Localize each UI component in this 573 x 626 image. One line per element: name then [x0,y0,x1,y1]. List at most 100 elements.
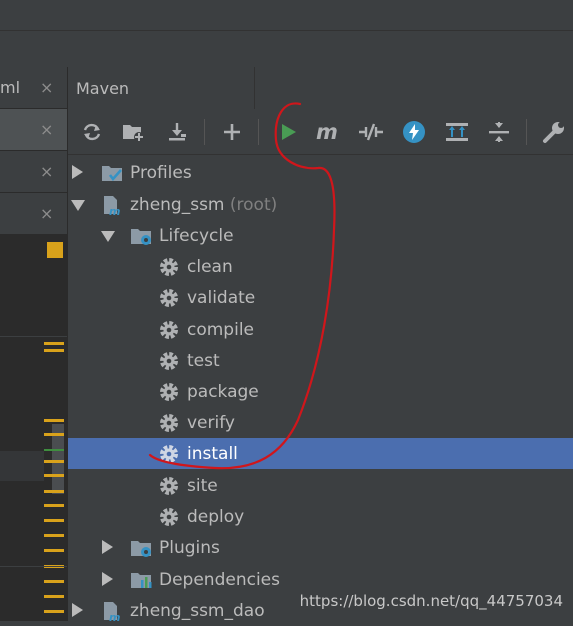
marker[interactable] [44,534,64,537]
plugins-folder-icon [131,541,151,557]
reload-icon[interactable] [79,119,105,145]
gear-icon [160,508,178,526]
marker[interactable] [44,419,64,422]
dependencies-folder-icon [131,573,152,588]
marker[interactable] [44,460,64,463]
marker[interactable] [44,610,64,613]
editor-tab[interactable]: × [0,151,67,193]
collapse-all-icon[interactable] [486,119,512,145]
goal-label: validate [187,288,256,308]
marker[interactable] [44,580,64,583]
lifecycle-goal-item[interactable]: compile [68,314,573,345]
maven-panel-header: Maven [68,67,573,109]
marker[interactable] [44,549,64,552]
goal-label: install [187,444,238,464]
expand-arrow-icon[interactable] [72,603,83,617]
goal-label: deploy [187,507,245,527]
goal-label: site [187,476,218,496]
watermark-text: https://blog.csdn.net/qq_44757034 [299,592,563,610]
editor-tab[interactable]: ml × [0,67,67,109]
marker[interactable] [44,504,64,507]
warning-marker[interactable] [47,242,63,258]
close-icon[interactable]: × [40,120,53,139]
svg-text:m: m [316,121,338,143]
navigation-bar [0,30,573,68]
gear-icon [160,477,178,495]
header-separator [254,67,255,109]
execute-maven-goal-icon[interactable]: m [315,119,341,145]
gear-icon [160,258,178,276]
gear-icon [160,321,178,339]
project-hint: (root) [229,195,278,215]
maven-module-icon: m [104,196,120,216]
lifecycle-goal-item[interactable]: validate [68,282,573,313]
goal-label: test [187,351,220,371]
run-icon[interactable] [275,119,301,145]
marker[interactable] [44,519,64,522]
lifecycle-goal-item[interactable]: verify [68,407,573,438]
maven-toolbar: m [68,109,573,155]
tree-item-project[interactable]: m zheng_ssm (root) [68,189,573,220]
project-label-group: zheng_ssm (root) [130,195,277,215]
lifecycle-goal-item[interactable]: package [68,376,573,407]
tree-item-profiles[interactable]: Profiles [68,157,573,188]
editor-tab-label: ml [0,78,21,97]
lifecycle-goal-item[interactable]: site [68,470,573,501]
tree-item-label: Lifecycle [159,226,234,246]
close-icon[interactable]: × [40,204,53,223]
lifecycle-goal-item-selected[interactable]: install [68,438,573,469]
maven-project-tree: Profiles m zheng_ssm (root) Lifecycle cl… [68,155,573,622]
toolbar-separator [258,119,259,145]
project-name: zheng_ssm [130,195,225,215]
gear-icon [160,445,178,463]
tree-item-plugins[interactable]: Plugins [68,532,573,563]
maven-module-icon: m [104,602,120,622]
goal-label: clean [187,257,233,277]
toolbar-separator [204,119,205,145]
change-marker[interactable] [44,449,64,451]
lifecycle-goal-item[interactable]: test [68,345,573,376]
marker[interactable] [44,474,64,477]
lifecycle-goal-item[interactable]: deploy [68,501,573,532]
close-icon[interactable]: × [40,78,53,97]
add-icon[interactable] [219,119,245,145]
marker[interactable] [44,349,64,352]
gear-icon [160,414,178,432]
tree-item-lifecycle[interactable]: Lifecycle [68,220,573,251]
download-sources-icon[interactable] [164,119,190,145]
editor-tab[interactable]: × [0,193,67,235]
show-dependencies-icon[interactable] [444,119,470,145]
gear-icon [160,383,178,401]
marker[interactable] [44,433,64,436]
marker[interactable] [44,490,64,493]
tree-item-dependencies[interactable]: Dependencies [68,564,573,595]
tree-item-label: zheng_ssm_dao [130,601,265,621]
collapse-arrow-icon[interactable] [101,231,115,242]
divider [0,566,67,567]
marker[interactable] [44,342,64,345]
tree-item-label: Dependencies [159,570,280,590]
editor-scroll-gutter[interactable] [0,236,67,621]
top-menu-bar [0,0,573,30]
gear-icon [160,352,178,370]
svg-text:m: m [109,611,120,622]
marker[interactable] [44,595,64,598]
goal-label: package [187,382,259,402]
add-maven-project-icon[interactable] [120,119,146,145]
toggle-offline-icon[interactable] [358,119,384,145]
collapse-arrow-icon[interactable] [71,200,85,211]
lifecycle-goal-item[interactable]: clean [68,251,573,282]
current-line-highlight [0,451,44,481]
svg-text:m: m [109,205,120,216]
expand-arrow-icon[interactable] [72,165,83,179]
expand-arrow-icon[interactable] [102,572,113,586]
maven-title: Maven [76,79,130,98]
divider [0,336,67,337]
expand-arrow-icon[interactable] [102,540,113,554]
gear-icon [160,289,178,307]
skip-tests-icon[interactable] [401,119,427,145]
editor-tab[interactable]: × [0,109,67,151]
lifecycle-folder-icon [131,229,151,245]
close-icon[interactable]: × [40,162,53,181]
settings-wrench-icon[interactable] [541,119,567,145]
